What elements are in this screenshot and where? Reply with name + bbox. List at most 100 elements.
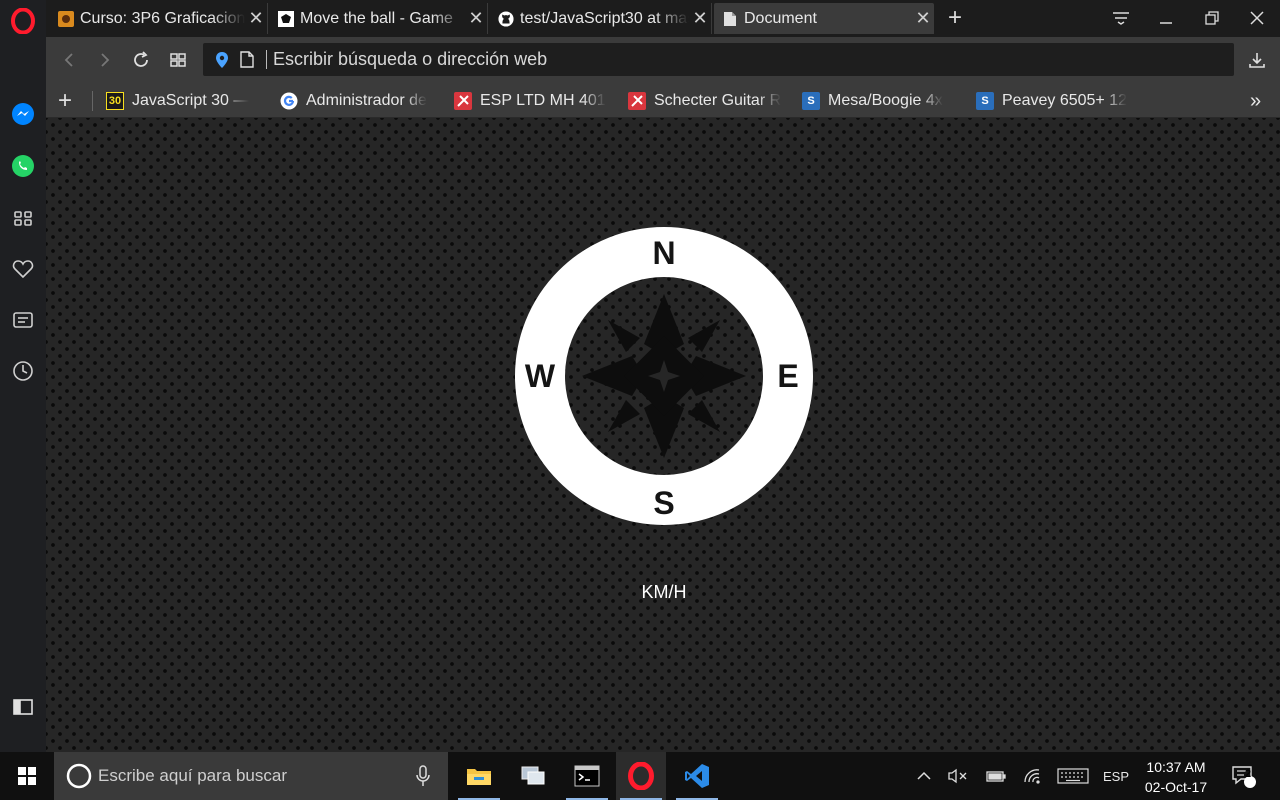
bookmark-label: Administrador de: [306, 92, 427, 109]
speed-dial-icon[interactable]: [9, 204, 37, 232]
tab-menu-icon[interactable]: [1106, 4, 1136, 32]
taskbar-search-input[interactable]: [98, 765, 398, 787]
downloads-button[interactable]: [1244, 47, 1270, 73]
document-icon: [722, 11, 738, 27]
bookmark-divider: [92, 91, 93, 111]
clock-date: 02-Oct-17: [1144, 779, 1208, 795]
battery-icon[interactable]: [982, 752, 1010, 800]
tab-curso[interactable]: Curso: 3P6 Graficacion ✕: [50, 3, 268, 34]
bookmark-schecter[interactable]: Schecter Guitar R: [628, 90, 788, 112]
whatsapp-icon[interactable]: [9, 152, 37, 180]
tab-strip: Curso: 3P6 Graficacion ✕ Move the ball -…: [46, 0, 1280, 37]
forward-button[interactable]: [92, 47, 118, 73]
heart-icon[interactable]: [9, 255, 37, 283]
compass-north-label: N: [652, 235, 675, 271]
tray-expand-icon[interactable]: [912, 752, 936, 800]
bookmark-label: Peavey 6505+ 12: [1002, 92, 1127, 109]
page-info-icon[interactable]: [240, 51, 254, 73]
action-center-button[interactable]: 2: [1226, 752, 1260, 800]
tab-title: Document: [744, 9, 817, 27]
address-input[interactable]: [273, 43, 1173, 76]
tab-title: Curso: 3P6 Graficacion: [80, 9, 245, 27]
opera-icon: [628, 762, 654, 790]
speed-unit-label: KM/H: [641, 582, 687, 602]
close-icon[interactable]: ✕: [465, 8, 487, 29]
moodle-icon: [58, 10, 74, 27]
tab-github[interactable]: test/JavaScript30 at master ✕: [490, 3, 712, 34]
tabs-grid-button[interactable]: [165, 47, 191, 73]
windows-start-button[interactable]: [0, 752, 54, 800]
github-icon: [498, 10, 514, 27]
store-icon: S: [802, 92, 820, 110]
minimize-icon[interactable]: [1151, 4, 1181, 32]
notification-count: 2: [1244, 768, 1252, 780]
taskbar-search-box[interactable]: [54, 752, 448, 800]
ball-icon: [278, 10, 294, 27]
windows-logo-icon: [18, 767, 36, 785]
tab-title: test/JavaScript30 at master: [520, 9, 689, 27]
address-field[interactable]: [203, 43, 1234, 76]
close-window-icon[interactable]: [1242, 4, 1272, 32]
add-bookmark-button[interactable]: +: [58, 90, 72, 112]
compass: N S W E: [514, 226, 814, 526]
microphone-icon[interactable]: [416, 765, 430, 792]
store-icon: S: [976, 92, 994, 110]
guitar-site-icon: [454, 92, 472, 110]
reload-button[interactable]: [128, 47, 154, 73]
bookmark-peavey[interactable]: S Peavey 6505+ 12: [976, 90, 1136, 112]
restore-icon[interactable]: [1197, 4, 1227, 32]
bookmark-javascript30[interactable]: 30 JavaScript 30 —: [106, 90, 266, 112]
back-button[interactable]: [56, 47, 82, 73]
taskbar-vscode[interactable]: [672, 752, 722, 800]
location-pin-icon[interactable]: [215, 51, 229, 74]
messenger-icon[interactable]: [9, 100, 37, 128]
close-icon[interactable]: ✕: [912, 8, 934, 29]
news-icon[interactable]: [9, 306, 37, 334]
compass-east-label: E: [777, 358, 798, 394]
new-tab-button[interactable]: +: [942, 5, 968, 31]
vscode-icon: [685, 764, 709, 788]
opera-logo-icon[interactable]: [9, 7, 37, 35]
keyboard-icon[interactable]: [1054, 752, 1092, 800]
compass-rose-icon: [582, 294, 746, 458]
volume-muted-icon[interactable]: [944, 752, 972, 800]
url-separator: [266, 50, 267, 69]
compass-west-label: W: [525, 358, 556, 394]
bookmark-mesa-boogie[interactable]: S Mesa/Boogie 4x: [802, 90, 962, 112]
bookmark-label: Mesa/Boogie 4x: [828, 92, 943, 109]
computer-icon: [521, 766, 545, 785]
compass-south-label: S: [653, 485, 674, 521]
bookmark-label: Schecter Guitar R: [654, 92, 782, 109]
bookmark-administrador[interactable]: Administrador de: [280, 90, 440, 112]
close-icon[interactable]: ✕: [245, 8, 267, 29]
taskbar-opera[interactable]: [616, 752, 666, 800]
bookmarks-more-button[interactable]: »: [1250, 90, 1261, 112]
taskbar-remote-desktop[interactable]: [508, 752, 558, 800]
tab-move-ball[interactable]: Move the ball - Game ✕: [270, 3, 488, 34]
tab-title: Move the ball - Game: [300, 9, 453, 27]
bookmarks-bar: + 30 JavaScript 30 — Administrador de ES…: [46, 82, 1280, 118]
taskbar-file-explorer[interactable]: [454, 752, 504, 800]
bookmark-esp-ltd[interactable]: ESP LTD MH 401: [454, 90, 614, 112]
bookmark-label: JavaScript 30 —: [132, 92, 250, 109]
sidebar-toggle-icon[interactable]: [9, 693, 37, 721]
address-toolbar: [46, 37, 1280, 82]
tab-document[interactable]: Document ✕: [714, 3, 934, 34]
taskbar: ESP 10:37 AM 02-Oct-17 2: [0, 752, 1280, 800]
clock-time: 10:37 AM: [1146, 759, 1206, 775]
close-icon[interactable]: ✕: [689, 8, 711, 29]
js30-icon: 30: [106, 92, 124, 110]
language-indicator[interactable]: ESP: [1098, 752, 1134, 800]
history-icon[interactable]: [9, 357, 37, 385]
wifi-icon[interactable]: [1018, 752, 1046, 800]
google-icon: [280, 92, 298, 110]
page-content: N S W E KM/H: [46, 118, 1280, 752]
cortana-icon: [66, 763, 92, 794]
taskbar-clock[interactable]: 10:37 AM 02-Oct-17: [1136, 757, 1216, 797]
taskbar-command-prompt[interactable]: [562, 752, 612, 800]
bookmark-label: ESP LTD MH 401: [480, 92, 606, 109]
guitar-site-icon: [628, 92, 646, 110]
terminal-icon: [574, 765, 600, 787]
opera-sidebar: [0, 0, 46, 752]
plus-icon: +: [58, 90, 73, 112]
